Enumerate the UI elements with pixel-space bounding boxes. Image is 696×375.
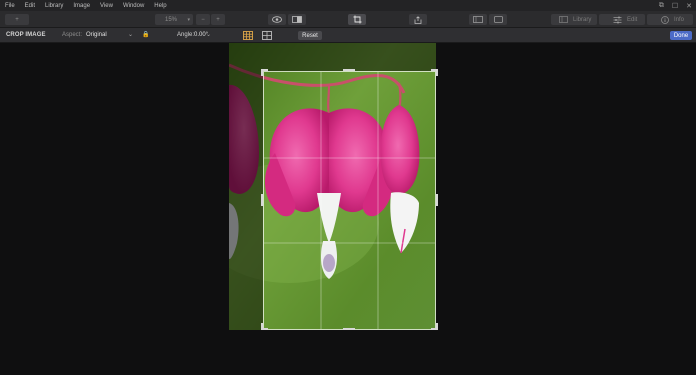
image-canvas[interactable] xyxy=(0,43,696,375)
info-tab[interactable]: Info xyxy=(647,14,693,25)
angle-label: Angle: xyxy=(177,32,195,38)
aspect-label: Aspect: xyxy=(62,32,83,38)
menu-window[interactable]: Window xyxy=(123,3,144,9)
import-button[interactable]: + xyxy=(5,14,29,25)
thirds-grid-icon[interactable] xyxy=(243,31,253,40)
done-button[interactable]: Done xyxy=(670,31,692,40)
window-controls: ⧉ ☐ ✕ xyxy=(659,0,692,11)
maximize-icon[interactable]: ☐ xyxy=(672,2,678,10)
single-view-button[interactable] xyxy=(469,14,487,25)
crop-options-bar: CROP IMAGE Aspect: Original ⌄ 🔒 Angle: 0… xyxy=(0,28,696,43)
zoom-in-button[interactable]: + xyxy=(211,14,225,25)
edit-tab-label: Edit xyxy=(627,16,638,23)
crop-icon xyxy=(353,15,361,24)
menu-bar: File Edit Library Image View Window Help… xyxy=(0,0,696,11)
library-tab-label: Library xyxy=(573,16,592,23)
crop-panel-title: CROP IMAGE xyxy=(6,32,46,38)
crop-handle-left[interactable] xyxy=(261,194,263,206)
plus-icon: + xyxy=(15,16,19,23)
info-icon xyxy=(661,15,669,24)
chevron-down-icon: ▾ xyxy=(187,16,190,23)
main-toolbar: + 15% ▾ − + Library Edit Info xyxy=(0,11,696,28)
rotate-grid-icon[interactable] xyxy=(262,31,272,40)
crop-handle-bottom-left-v[interactable] xyxy=(261,323,263,330)
reset-button[interactable]: Reset xyxy=(298,31,322,40)
library-tab[interactable]: Library xyxy=(551,14,597,25)
chevron-down-icon[interactable]: ⌄ xyxy=(206,31,211,38)
crop-handle-right[interactable] xyxy=(436,194,438,206)
crop-handle-bottom-right-v[interactable] xyxy=(436,323,438,330)
sliders-icon xyxy=(613,16,622,23)
menu-file[interactable]: File xyxy=(5,3,15,9)
fullscreen-button[interactable] xyxy=(489,14,507,25)
thirds-grid-overlay xyxy=(264,72,435,329)
crop-handle-bottom[interactable] xyxy=(343,328,355,330)
menu-edit[interactable]: Edit xyxy=(25,3,35,9)
eye-icon xyxy=(272,16,282,23)
menu-library[interactable]: Library xyxy=(45,3,63,9)
menu-help[interactable]: Help xyxy=(154,3,166,9)
plus-icon: + xyxy=(216,16,220,23)
share-icon xyxy=(414,15,422,24)
zoom-out-button[interactable]: − xyxy=(196,14,210,25)
edit-tab[interactable]: Edit xyxy=(599,14,645,25)
lock-icon[interactable]: 🔒 xyxy=(142,31,149,38)
preview-button[interactable] xyxy=(268,14,286,25)
menu-image[interactable]: Image xyxy=(73,3,90,9)
library-icon xyxy=(559,16,568,23)
crop-rectangle[interactable] xyxy=(263,71,436,330)
share-button[interactable] xyxy=(409,14,427,25)
aspect-select[interactable]: Original xyxy=(86,32,107,38)
chevron-down-icon[interactable]: ⌄ xyxy=(128,31,133,38)
zoom-field[interactable]: 15% ▾ xyxy=(155,14,193,25)
compare-icon xyxy=(292,16,302,23)
crop-handle-top-right-v[interactable] xyxy=(436,69,438,76)
restore-icon[interactable]: ⧉ xyxy=(659,2,664,10)
frame-icon xyxy=(493,16,503,23)
menu-view[interactable]: View xyxy=(100,3,113,9)
menu-items: File Edit Library Image View Window Help xyxy=(0,3,177,9)
close-icon[interactable]: ✕ xyxy=(686,2,692,10)
crop-handle-top[interactable] xyxy=(343,69,355,71)
minus-icon: − xyxy=(201,16,205,23)
crop-tool-button[interactable] xyxy=(348,14,366,25)
zoom-value: 15% xyxy=(165,16,178,23)
filmstrip-icon xyxy=(473,16,483,23)
crop-handle-top-left-v[interactable] xyxy=(261,69,263,76)
compare-button[interactable] xyxy=(288,14,306,25)
info-tab-label: Info xyxy=(674,16,685,23)
